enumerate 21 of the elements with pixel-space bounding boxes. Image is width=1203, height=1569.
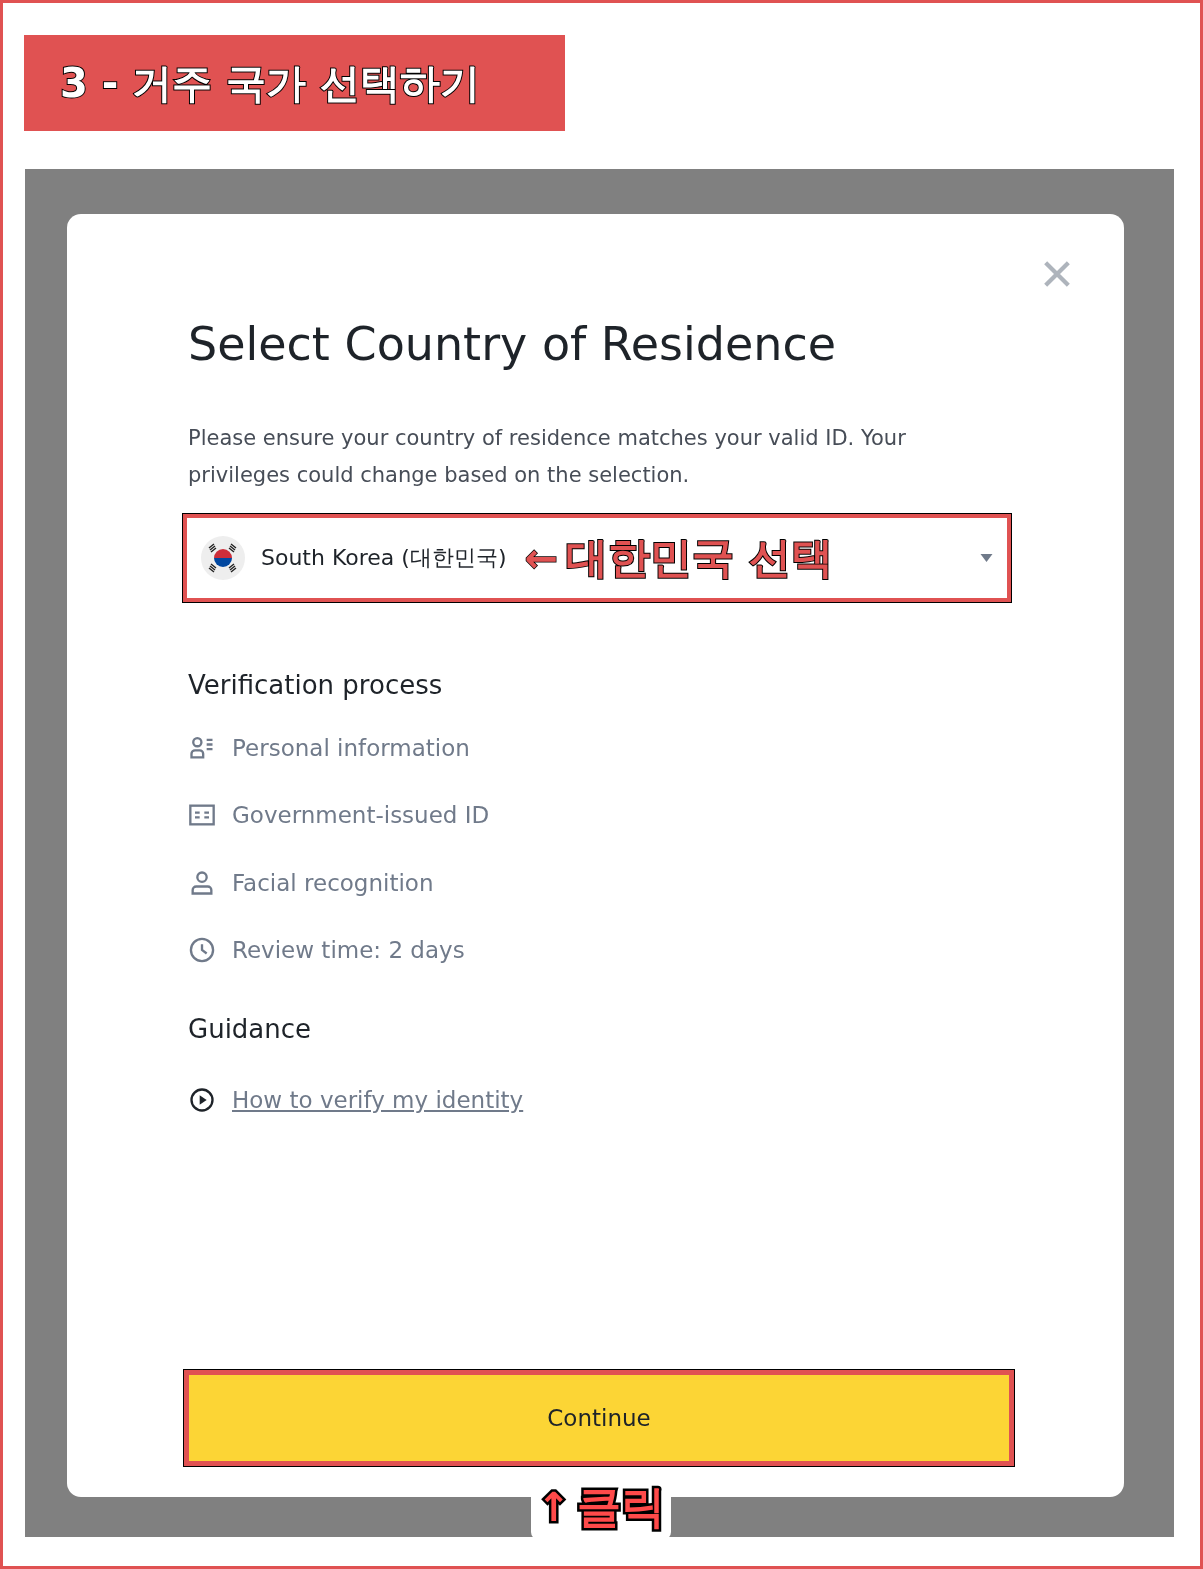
dialog-title: Select Country of Residence [188,316,838,373]
step-label: Facial recognition [232,868,434,898]
continue-button[interactable]: Continue [184,1370,1014,1466]
country-dropdown[interactable]: South Korea (대한민국) ← 대한민국 선택 [183,513,1011,602]
flag-icon [201,535,245,580]
section-heading: Guidance [188,1012,313,1046]
section-heading: Verification process [188,668,444,702]
annotation-label: 클릭 [576,1480,665,1534]
selected-country: South Korea (대한민국) [261,544,507,572]
annotation-arrow: ← [524,533,558,583]
clock-icon [188,936,216,965]
play-icon [188,1085,216,1114]
description-text: Please ensure your country of residence matches your valid ID. Your privileges could change based on the selection. [188,424,907,489]
step-label: Personal information [232,733,470,763]
caret-icon [980,553,993,562]
banner-title: 3 - 거주 국가 선택하기 [60,59,481,108]
annotation-label: 대한민국 선택 [566,532,833,584]
step-label: Review time: 2 days [232,936,465,965]
annotation-arrow: ↑ [537,1483,571,1532]
guide-link[interactable]: How to verify my identity [232,1082,524,1117]
step-label: Government-issued ID [232,801,490,830]
